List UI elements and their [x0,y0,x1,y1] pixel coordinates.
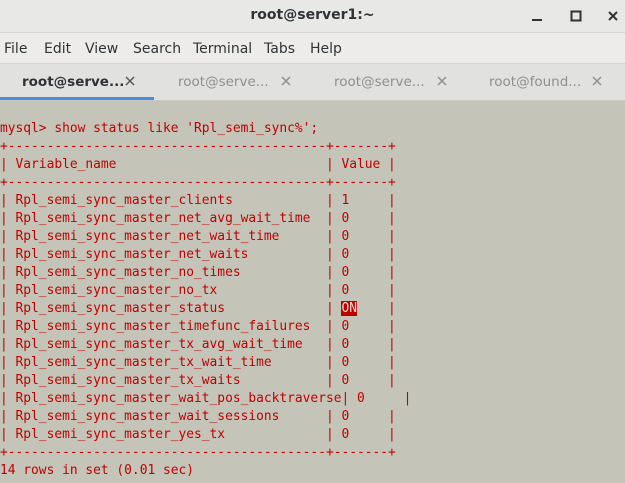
row-value: 0 [341,337,350,352]
tab-3[interactable]: root@serve... [312,64,466,100]
tab-bar: root@serve... root@serve... root@serve..… [0,64,625,101]
command-line: mysql> show status like 'Rpl_semi_sync%'… [0,121,319,136]
row-value: ON [341,301,358,316]
row-value: 1 [341,193,350,208]
row-value: 0 [341,283,350,298]
table-border: +---------------------------------------… [0,445,396,460]
menu-terminal[interactable]: Terminal [193,41,252,57]
maximize-icon [570,10,582,22]
table-row: | Rpl_semi_sync_master_tx_avg_wait_time … [0,337,396,352]
tab-label: root@serve... [334,74,425,90]
table-row: | Rpl_semi_sync_master_net_avg_wait_time… [0,211,396,226]
row-value: 0 [341,427,350,442]
tab-1[interactable]: root@serve... [0,64,154,100]
row-value: 0 [341,211,350,226]
table-row: | Rpl_semi_sync_master_timefunc_failures… [0,319,396,334]
title-bar: root@server1:~ [0,0,625,33]
row-value: 0 [357,391,365,406]
menu-tabs[interactable]: Tabs [264,41,295,57]
tab-4[interactable]: root@found... [467,64,621,100]
tab-label: root@serve... [22,74,125,90]
menu-file[interactable]: File [4,41,27,57]
table-row: | Rpl_semi_sync_master_no_tx | 0 | [0,283,396,298]
minimize-icon [532,19,542,21]
table-header: | Variable_name | Value | [0,157,396,172]
close-button[interactable] [603,6,623,26]
row-value: 0 [341,247,350,262]
menu-search[interactable]: Search [133,41,181,57]
menu-edit[interactable]: Edit [44,41,71,57]
table-row: | Rpl_semi_sync_master_yes_tx | 0 | [0,427,396,442]
maximize-button[interactable] [566,6,586,26]
table-row: | Rpl_semi_sync_master_tx_wait_time | 0 … [0,355,396,370]
table-border: +---------------------------------------… [0,175,396,190]
menu-view[interactable]: View [85,41,118,57]
row-value: 0 [341,409,350,424]
row-value: 0 [341,355,350,370]
table-row: | Rpl_semi_sync_master_net_wait_time | 0… [0,229,396,244]
table-row: | Rpl_semi_sync_master_clients | 1 | [0,193,396,208]
close-icon [608,11,618,21]
tab-close-icon[interactable] [436,75,448,87]
tab-close-icon[interactable] [124,75,136,87]
menu-help[interactable]: Help [310,41,342,57]
table-row: | Rpl_semi_sync_master_wait_sessions | 0… [0,409,396,424]
tab-2[interactable]: root@serve... [156,64,310,100]
result-summary: 14 rows in set (0.01 sec) [0,463,195,478]
table-row: | Rpl_semi_sync_master_status | ON | [0,301,396,316]
table-row: | Rpl_semi_sync_master_no_times | 0 | [0,265,396,280]
row-value: 0 [341,265,350,280]
terminal-area[interactable]: mysql> show status like 'Rpl_semi_sync%'… [0,101,625,483]
tab-label: root@found... [489,74,582,90]
table-row: | Rpl_semi_sync_master_net_waits | 0 | [0,247,396,262]
row-value: 0 [341,373,350,388]
menu-bar: File Edit View Search Terminal Tabs Help [0,33,625,64]
table-row: | Rpl_semi_sync_master_wait_pos_backtrav… [0,391,412,406]
tab-close-icon[interactable] [591,75,603,87]
tab-close-icon[interactable] [280,75,292,87]
minimize-button[interactable] [527,6,547,26]
row-value: 0 [341,319,350,334]
table-row: | Rpl_semi_sync_master_tx_waits | 0 | [0,373,396,388]
tab-label: root@serve... [178,74,269,90]
table-border: +---------------------------------------… [0,139,396,154]
row-value: 0 [341,229,350,244]
